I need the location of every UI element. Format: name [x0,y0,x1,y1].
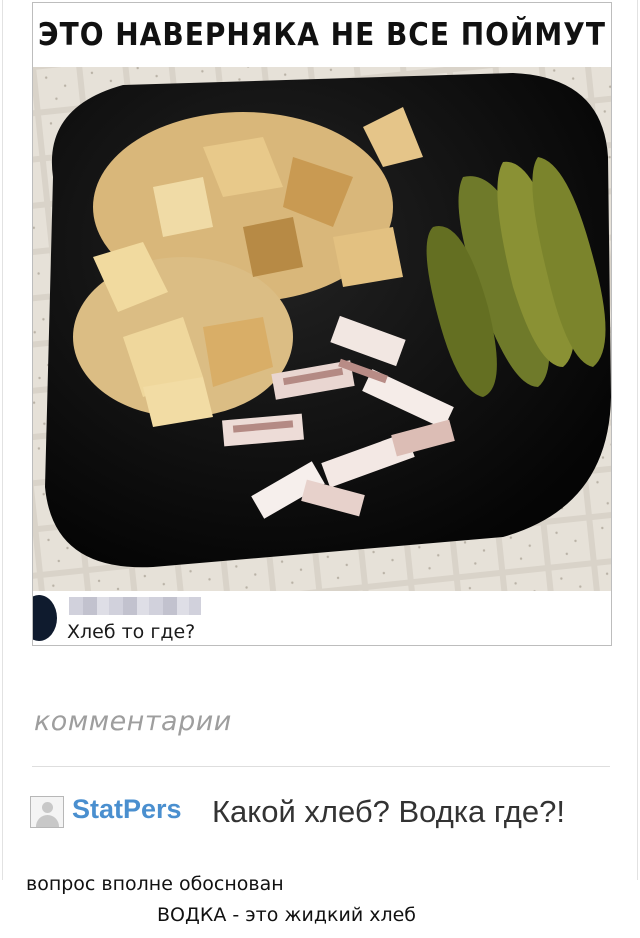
food-photo [33,67,611,591]
comments-heading: комментарии [34,706,232,737]
comments-divider [32,766,610,767]
inner-avatar [33,595,57,641]
footer-caption-1: вопрос вполне обоснован [26,873,284,895]
inner-comment: Хлеб то где? [33,591,611,645]
inner-comment-text: Хлеб то где? [67,621,196,643]
comment-text: Какой хлеб? Водка где?! [212,794,565,829]
user-avatar-icon[interactable] [30,796,64,828]
footer-caption-2: ВОДКА - это жидкий хлеб [157,904,417,926]
blurred-username [69,597,201,615]
meme-card: ЭТО НАВЕРНЯКА НЕ ВСЕ ПОЙМУТ Хлеб то где? [32,2,612,646]
meme-caption: ЭТО НАВЕРНЯКА НЕ ВСЕ ПОЙМУТ [38,15,606,53]
plate-illustration [33,67,611,591]
comment-username[interactable]: StatPers [72,794,182,825]
